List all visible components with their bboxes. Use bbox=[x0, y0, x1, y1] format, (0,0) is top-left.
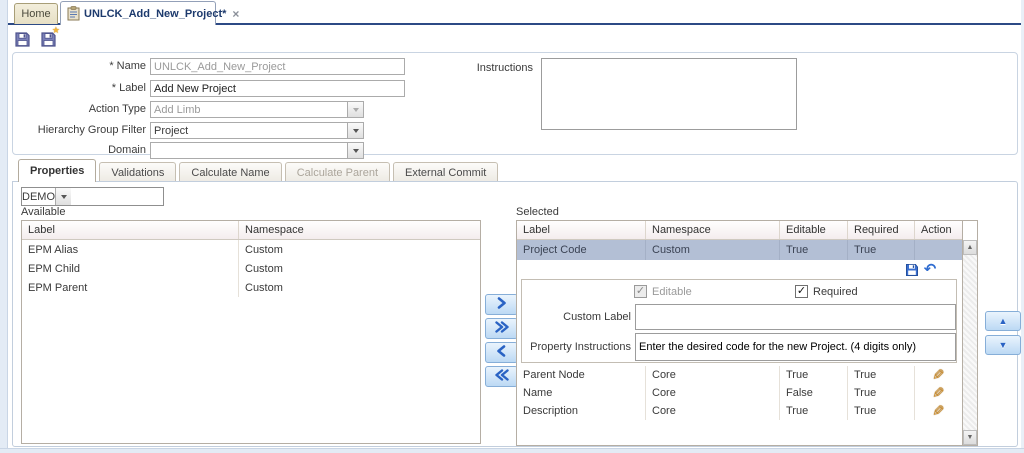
selected-title: Selected bbox=[516, 206, 559, 218]
hierarchy-group-filter-select[interactable]: Project bbox=[150, 122, 364, 139]
table-row-selected[interactable]: Project Code Custom True True bbox=[517, 240, 962, 260]
domain-select[interactable] bbox=[150, 142, 364, 159]
domain-label: Domain bbox=[13, 144, 146, 156]
table-row[interactable]: EPM Parent Custom bbox=[22, 278, 480, 297]
dropdown-arrow-icon[interactable] bbox=[347, 143, 363, 158]
close-tab-icon[interactable]: × bbox=[232, 7, 239, 21]
scroll-up-icon[interactable]: ▲ bbox=[963, 240, 977, 255]
tab-external-commit[interactable]: External Commit bbox=[393, 162, 498, 182]
editable-checkbox: ✓ Editable bbox=[634, 285, 692, 298]
tab-home[interactable]: Home bbox=[14, 3, 58, 24]
column-header-namespace[interactable]: Namespace bbox=[646, 221, 780, 239]
action-type-select: Add Limb bbox=[150, 101, 364, 118]
move-all-left-icon bbox=[494, 369, 510, 384]
move-right-icon bbox=[495, 297, 508, 312]
move-left-button[interactable] bbox=[485, 342, 518, 363]
move-all-right-icon bbox=[494, 321, 510, 336]
category-select[interactable]: DEMO bbox=[21, 187, 164, 206]
tab-calculate-parent: Calculate Parent bbox=[285, 162, 390, 182]
available-properties-table: Label Namespace EPM Alias Custom EPM Chi… bbox=[21, 220, 481, 444]
row-edit-actions: ↶ bbox=[517, 260, 962, 279]
frame-bottom bbox=[0, 448, 1024, 453]
move-right-button[interactable] bbox=[485, 294, 518, 315]
available-table-header: Label Namespace bbox=[22, 221, 480, 240]
document-icon bbox=[67, 6, 80, 21]
property-instructions-field[interactable] bbox=[635, 333, 956, 361]
dropdown-arrow-icon bbox=[347, 102, 363, 117]
save-icon[interactable] bbox=[13, 30, 31, 48]
name-field[interactable] bbox=[150, 58, 405, 75]
save-as-icon[interactable]: ★ bbox=[39, 30, 57, 48]
dropdown-arrow-icon[interactable] bbox=[347, 123, 363, 138]
column-header-label[interactable]: Label bbox=[22, 221, 239, 239]
selected-properties-table: Label Namespace Editable Required Action… bbox=[516, 220, 978, 446]
star-badge-icon: ★ bbox=[52, 25, 60, 36]
required-checkbox[interactable]: ✓ Required bbox=[795, 285, 858, 298]
frame-left bbox=[0, 0, 8, 453]
properties-tab-content: DEMO Available Label Namespace EPM Alias… bbox=[12, 181, 1018, 447]
table-row[interactable]: Description Core True True ✎ bbox=[517, 402, 962, 420]
edit-pencil-icon[interactable]: ✎ bbox=[932, 386, 945, 401]
dropdown-arrow-icon[interactable] bbox=[55, 188, 71, 205]
tab-calculate-name[interactable]: Calculate Name bbox=[179, 162, 281, 182]
checkbox-checked-icon[interactable]: ✓ bbox=[795, 285, 808, 298]
label-field[interactable] bbox=[150, 80, 405, 97]
undo-icon[interactable]: ↶ bbox=[923, 263, 937, 277]
selected-table-header: Label Namespace Editable Required Action bbox=[517, 221, 962, 240]
name-label: * Name bbox=[13, 60, 146, 72]
column-header-editable[interactable]: Editable bbox=[780, 221, 848, 239]
edit-pencil-icon[interactable]: ✎ bbox=[932, 404, 945, 419]
tab-validations[interactable]: Validations bbox=[99, 162, 176, 182]
column-header-required[interactable]: Required bbox=[848, 221, 915, 239]
move-up-button[interactable]: ▲ bbox=[985, 311, 1021, 331]
move-left-icon bbox=[495, 345, 508, 360]
move-up-icon: ▲ bbox=[999, 317, 1008, 326]
move-all-right-button[interactable] bbox=[485, 318, 518, 339]
tab-home-label: Home bbox=[21, 8, 50, 20]
move-down-icon: ▼ bbox=[999, 341, 1008, 350]
edit-pencil-icon[interactable]: ✎ bbox=[932, 368, 945, 383]
hierarchy-group-filter-label: Hierarchy Group Filter bbox=[13, 124, 146, 136]
column-header-action[interactable]: Action bbox=[915, 221, 962, 239]
scroll-down-icon[interactable]: ▼ bbox=[963, 430, 977, 445]
vertical-scrollbar[interactable]: ▲ ▼ bbox=[962, 221, 977, 445]
tab-active-document[interactable]: UNLCK_Add_New_Project* × bbox=[60, 1, 216, 25]
custom-label-label: Custom Label bbox=[522, 311, 631, 323]
table-row[interactable]: EPM Alias Custom bbox=[22, 240, 480, 259]
table-row[interactable]: Parent Node Core True True ✎ bbox=[517, 366, 962, 384]
instructions-label: Instructions bbox=[433, 62, 533, 74]
tab-properties[interactable]: Properties bbox=[18, 159, 96, 182]
custom-label-field[interactable] bbox=[635, 304, 956, 330]
instructions-textarea[interactable] bbox=[541, 58, 797, 130]
checkbox-checked-icon: ✓ bbox=[634, 285, 647, 298]
property-editor-panel: ✓ Editable ✓ Required Custom Label Prope… bbox=[521, 279, 957, 363]
row-save-icon[interactable] bbox=[905, 263, 919, 277]
table-row[interactable]: Name Core False True ✎ bbox=[517, 384, 962, 402]
move-down-button[interactable]: ▼ bbox=[985, 335, 1021, 355]
property-instructions-label: Property Instructions bbox=[522, 341, 631, 353]
column-header-label[interactable]: Label bbox=[517, 221, 646, 239]
action-type-label: Action Type bbox=[13, 103, 146, 115]
subtab-bar: Properties Validations Calculate Name Ca… bbox=[12, 159, 1018, 182]
label-label: * Label bbox=[13, 82, 146, 94]
table-row[interactable]: EPM Child Custom bbox=[22, 259, 480, 278]
scrollbar-track[interactable] bbox=[963, 255, 977, 430]
column-header-namespace[interactable]: Namespace bbox=[239, 221, 480, 239]
tab-active-label: UNLCK_Add_New_Project* bbox=[84, 8, 226, 20]
available-title: Available bbox=[21, 206, 65, 218]
action-form-panel: * Name * Label Action Type Add Limb Hier… bbox=[12, 52, 1018, 155]
move-all-left-button[interactable] bbox=[485, 366, 518, 387]
